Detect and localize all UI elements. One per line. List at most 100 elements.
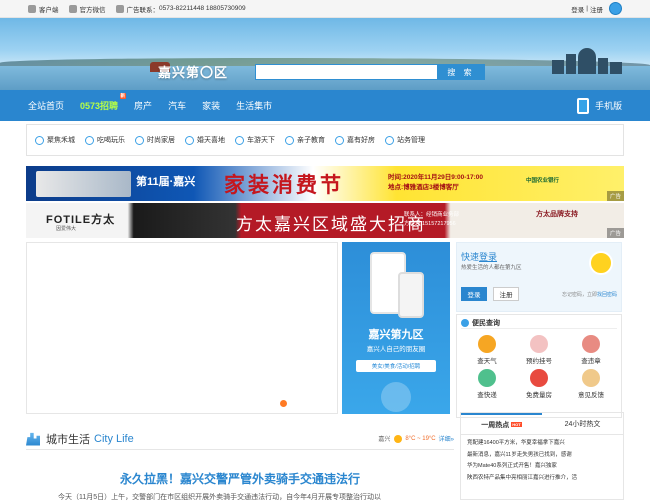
login-box: 快速登录 热爱生活的人都在第九区 登录 注册 忘记密码，立即找回密码 [456,242,622,312]
middle-section: 嘉兴第九区 嘉兴人自己的朋友圈 美女/美食/活动/招聘 快速登录 热爱生活的人都… [26,242,624,418]
ad2-contact: 联系人：经销商业务部 方经理 15157217956 [404,212,460,227]
hot-badge: HOT [511,422,522,427]
query-measure[interactable]: 免费量房 [513,369,565,399]
ad-contact: 广告联系： 0573-82211448 18805730909 [115,4,246,14]
top-bar: 客户端 官方微信 广告联系： 0573-82211448 18805730909… [0,0,650,18]
top-separator: | [586,5,588,12]
query-express[interactable]: 查快递 [461,369,513,399]
ad1-bank: 中国农业银行 [526,178,560,184]
slider-dot-active[interactable] [280,400,287,407]
weather-more-link[interactable]: 详细» [439,434,454,443]
city-skyline-icon [26,432,40,446]
sun-icon [394,434,403,443]
nav-market[interactable]: 生活集市 [236,99,272,112]
nav-jobs-label: 0573招聘 [80,101,119,111]
app-promo-banner[interactable]: 嘉兴第九区 嘉兴人自己的朋友圈 美女/美食/活动/招聘 [342,242,450,414]
ad-furniture-image [36,171,131,197]
right-column: 快速登录 热爱生活的人都在第九区 登录 注册 忘记密码，立即找回密码 便民查询 … [456,242,622,418]
ad1-title: 家装消费节 [224,174,344,197]
hot-item[interactable]: 陕西农特产品集中亮相丽江嘉兴进行推介，活 [467,473,617,485]
umbrella-icon [478,335,496,353]
promo-title: 嘉兴第九区 [368,329,424,341]
hot-item[interactable]: 华为Mate40系列正式开售！嘉兴独家 [467,461,617,473]
query-appointment[interactable]: 预约挂号 [513,335,565,365]
truck-icon [478,369,496,387]
smartphone-icon [576,97,589,114]
query-violation[interactable]: 查违章 [565,335,617,365]
search-bar: 搜 索 [255,64,485,80]
search-input[interactable] [255,64,437,80]
phone-icon [115,4,124,13]
news-excerpt: 今天（11月5日）上午，交警部门在市区组织开展外卖骑手交通违法行动，自今年4月开… [58,494,382,501]
weather-city: 嘉兴 [378,437,391,443]
login-button[interactable]: 登录 [461,287,487,301]
nav-home-decor[interactable]: 家装 [202,99,220,112]
query-feedback[interactable]: 意见反馈 [565,369,617,399]
gear-icon [385,135,394,145]
mobile-version-link[interactable]: 手机版 [576,97,622,114]
cat-food[interactable]: 吃喝玩乐 [85,135,125,145]
retrieve-password-link[interactable]: 找回密码 [597,292,617,298]
mobile-icon [28,4,36,13]
cat-education[interactable]: 亲子教育 [285,135,325,145]
weather-widget: 嘉兴 8°C ~ 19°C 详细» [378,434,454,443]
hospital-icon [530,335,548,353]
ad-banner-fotile[interactable]: FOTILE方太 因爱伟大 方太嘉兴区域盛大招商 联系人：经销商业务部 方经理 … [26,203,624,238]
cup-icon [85,135,94,145]
query-weather[interactable]: 查天气 [461,335,513,365]
convenience-query: 便民查询 查天气 预约挂号 查违章 查快递 免费量房 意见反馈 [456,314,622,418]
cat-housing[interactable]: 嘉有好房 [335,135,375,145]
nav-home[interactable]: 全站首页 [28,99,64,112]
ad1-datetime: 时间:2020年11月29日9:00-17:00 地点:博雅酒店3楼博客厅 [388,174,484,191]
nav-realestate[interactable]: 房产 [134,99,152,112]
cat-wedding[interactable]: 婚天喜地 [185,135,225,145]
nav-auto[interactable]: 汽车 [168,99,186,112]
query-title: 便民查询 [461,317,617,329]
phone-image-2 [398,272,424,318]
promo-decoration [381,382,411,412]
cat-admin[interactable]: 站务管理 [385,135,425,145]
ad-banner-home-decor-festival[interactable]: 第11届·嘉兴 家装消费节 时间:2020年11月29日9:00-17:00 地… [26,166,624,201]
user-avatar-icon[interactable] [609,2,622,15]
car-icon [582,335,600,353]
search-button[interactable]: 搜 索 [437,64,485,80]
cat-focus[interactable]: 聚焦禾城 [35,135,75,145]
clipboard-icon [582,369,600,387]
nav-jobs[interactable]: 0573招聘 新 [80,93,127,112]
person-icon [461,318,469,327]
heart-icon [185,135,194,145]
banner-buildings [552,48,622,74]
weather-temp: 8°C ~ 19°C [405,435,436,442]
child-icon [285,135,294,145]
sofa-icon [135,135,144,145]
cat-home[interactable]: 时尚家居 [135,135,175,145]
hot-item[interactable]: 最新消息，嘉兴11岁走失男孩已找到，感谢 [467,450,617,462]
tab-weekly-hot[interactable]: 一周热点 HOT [461,413,542,434]
image-slider[interactable] [26,242,338,414]
hot-news-panel: 一周热点 HOT 24小时热文 竞配建16400平方米，华夏幸福拿下嘉兴 最新消… [460,412,624,500]
home-icon [530,369,548,387]
news-headline[interactable]: 永久拉黑！嘉兴交警严管外卖骑手交通违法行 [26,470,454,487]
category-bar: 聚焦禾城 吃喝玩乐 时尚家居 婚天喜地 车游天下 亲子教育 嘉有好房 站务管理 [26,124,624,156]
fotile-slogan: 因爱伟大 [56,226,77,232]
city-life-cn: 城市生活 [46,433,90,446]
quick-login-link[interactable]: 登录 [479,252,497,262]
wechat-icon [68,4,77,13]
top-register-link[interactable]: 注册 [590,4,603,14]
mascot-avatar [589,251,613,275]
car-icon [235,135,244,145]
ad1-headline: 第11届·嘉兴 [136,176,196,188]
tab-24h-hot[interactable]: 24小时热文 [542,413,623,434]
hot-item[interactable]: 竞配建16400平方米，华夏幸福拿下嘉兴 [467,438,617,450]
site-logo[interactable]: 嘉兴第〇区 [158,62,228,81]
register-button[interactable]: 注册 [493,287,519,301]
promo-tags: 美女/美食/活动/招聘 [356,360,436,372]
chat-icon [35,135,44,145]
city-life-header: 城市生活 City Life 嘉兴 8°C ~ 19°C 详细» [26,428,454,450]
ad2-brand-support: 方太品牌支持 [536,211,578,218]
cat-travel[interactable]: 车游天下 [235,135,275,145]
nav-new-badge: 新 [119,93,127,99]
top-login-link[interactable]: 登录 [571,4,584,14]
wechat-link[interactable]: 官方微信 [68,4,106,14]
client-link[interactable]: 客户端 [28,4,59,14]
